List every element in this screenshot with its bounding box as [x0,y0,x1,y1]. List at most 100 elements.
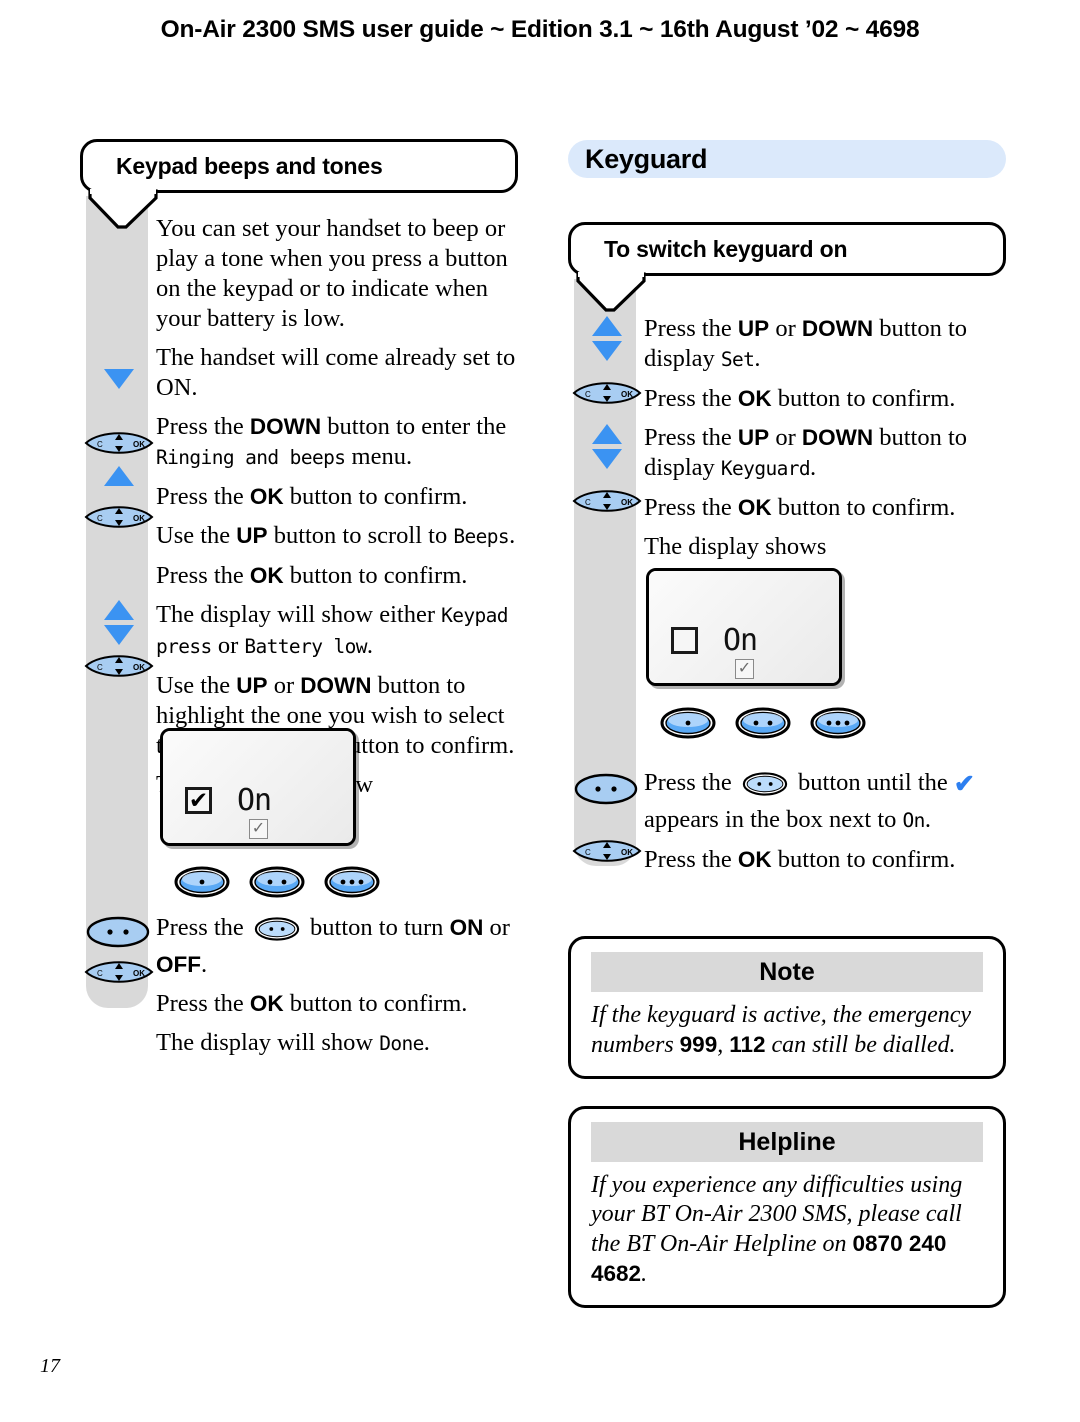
lcd-secondary-checkbox: ✓ [249,819,268,839]
right-lcd-display: On ✓ [646,568,842,686]
svg-text:OK: OK [133,514,145,523]
instruction-text: Press the DOWN button to enter the Ringi… [156,413,507,470]
svg-text:OK: OK [133,440,145,449]
left-heading-bubble: Keypad beeps and tones [80,139,518,193]
left-heading-label: Keypad beeps and tones [116,152,383,179]
svg-text:OK: OK [621,498,633,507]
navigation-key-icon: C OK [84,428,154,458]
instruction-step: Press the OK button to confirm. [156,561,528,591]
svg-text:OK: OK [133,969,145,978]
instruction-text: The display will show Done. [156,1029,430,1056]
emphasis-text: UP [737,316,770,341]
section-title-bar: Keyguard [568,140,1006,178]
emphasis-text: ON [449,915,484,940]
right-heading-label: To switch keyguard on [604,235,848,262]
emphasis-text: OK [737,847,772,872]
left-lcd-display: ✔ On ✓ [160,728,356,846]
lcd-term-text: Beeps [453,525,510,548]
helpline-box-title: Helpline [591,1122,983,1162]
instruction-step: Press the UP or DOWN button to display S… [644,314,1016,375]
instruction-step: Press the button until the ✔ appears in … [644,768,1016,836]
navigation-key-icon: C OK [572,378,642,408]
lcd-term-text: Ringing and beeps [156,446,346,469]
soft-key-1-dot-icon[interactable] [174,866,230,898]
up-arrow-icon [592,316,622,336]
instruction-step: Press the UP or DOWN button to display K… [644,423,1016,484]
instruction-step: The display will show either Keypad pres… [156,600,528,662]
right-steps-after: Press the button until the ✔ appears in … [644,768,1016,884]
right-steps: Press the UP or DOWN button to display S… [644,314,1016,571]
svg-text:C: C [97,514,103,523]
instruction-step: Press the OK button to confirm. [644,384,1016,414]
instruction-step: The display shows [644,532,1016,562]
svg-text:C: C [585,390,591,399]
soft-key-icon [86,915,150,949]
instruction-step: Press the DOWN button to enter the Ringi… [156,412,528,473]
left-softkey-row [174,866,380,898]
soft-key-3-dot-icon[interactable] [324,866,380,898]
navigation-key-icon: C OK [572,486,642,516]
soft-key-2-dot-icon[interactable] [249,866,305,898]
emphasis-text: 999 [679,1032,718,1057]
instruction-step: The handset will come already set to ON. [156,343,528,403]
instruction-text: Press the OK button to confirm. [644,494,956,521]
right-softkey-row [660,707,866,739]
lcd-value-label: On [723,623,758,658]
soft-key-icon [574,772,638,806]
note-box-title: Note [591,952,983,992]
down-arrow-icon [592,449,622,469]
lcd-value-label: On [237,783,272,818]
soft-key-3-dot-icon[interactable] [810,707,866,739]
page-number: 17 [40,1355,60,1377]
left-steps-after: Press the button to turn ON or OFF. Press… [156,913,528,1068]
svg-text:OK: OK [133,663,145,672]
instruction-text: Press the OK button to confirm. [156,990,468,1017]
instruction-step: The display will show Done. [156,1028,528,1059]
navigation-key-icon: C OK [84,502,154,532]
left-heading-bubble-tail [88,189,158,229]
instruction-step: You can set your handset to beep or play… [156,214,528,334]
helpline-box-body: If you experience any difficulties using… [591,1172,963,1287]
lcd-checkbox: ✔ [185,787,212,814]
instruction-text: The handset will come already set to ON. [156,344,516,401]
guide-page: On-Air 2300 SMS user guide ~ Edition 3.1… [0,0,1080,1422]
emphasis-text: DOWN [801,425,874,450]
soft-key-1-dot-icon[interactable] [660,707,716,739]
lcd-checkbox [671,627,698,654]
lcd-term-text: On [902,809,926,832]
soft-key-2-dot-icon[interactable] [253,916,301,950]
instruction-text: Use the UP button to scroll to Beeps. [156,522,516,549]
emphasis-text: UP [737,425,770,450]
emphasis-text: OK [737,495,772,520]
instruction-text: Press the OK button to confirm. [156,562,468,589]
instruction-text: Press the OK button to confirm. [644,385,956,412]
right-heading-bubble: To switch keyguard on [568,222,1006,276]
svg-text:C: C [97,440,103,449]
instruction-step: Press the OK button to confirm. [644,493,1016,523]
instruction-step: Use the UP button to scroll to Beeps. [156,521,528,552]
soft-key-2-dot-icon[interactable] [741,771,789,805]
emphasis-text: OK [249,484,284,509]
down-arrow-icon [592,341,622,361]
svg-text:C: C [585,848,591,857]
svg-text:C: C [585,498,591,507]
left-column: Keypad beeps and tones C OK C OK C OK C … [74,0,534,1422]
emphasis-text: 0870 240 4682 [591,1231,947,1286]
instruction-step: Press the OK button to confirm. [644,845,1016,875]
svg-text:C: C [97,969,103,978]
instruction-text: Press the UP or DOWN button to display S… [644,315,968,372]
up-arrow-icon [104,600,134,620]
lcd-term-text: Keyguard [720,457,811,480]
svg-text:C: C [97,663,103,672]
soft-key-2-dot-icon[interactable] [735,707,791,739]
up-arrow-icon [592,424,622,444]
instruction-text: Press the OK button to confirm. [644,846,956,873]
instruction-text: Press the button to turn ON or OFF. [156,914,510,978]
navigation-key-icon: C OK [84,651,154,681]
instruction-text: The display shows [644,533,827,560]
instruction-step: Press the OK button to confirm. [156,482,528,512]
instruction-text: You can set your handset to beep or play… [156,215,508,332]
emphasis-text: OFF [156,952,201,977]
emphasis-text: OK [249,563,284,588]
instruction-text: Press the button until the ✔ appears in … [644,769,975,833]
